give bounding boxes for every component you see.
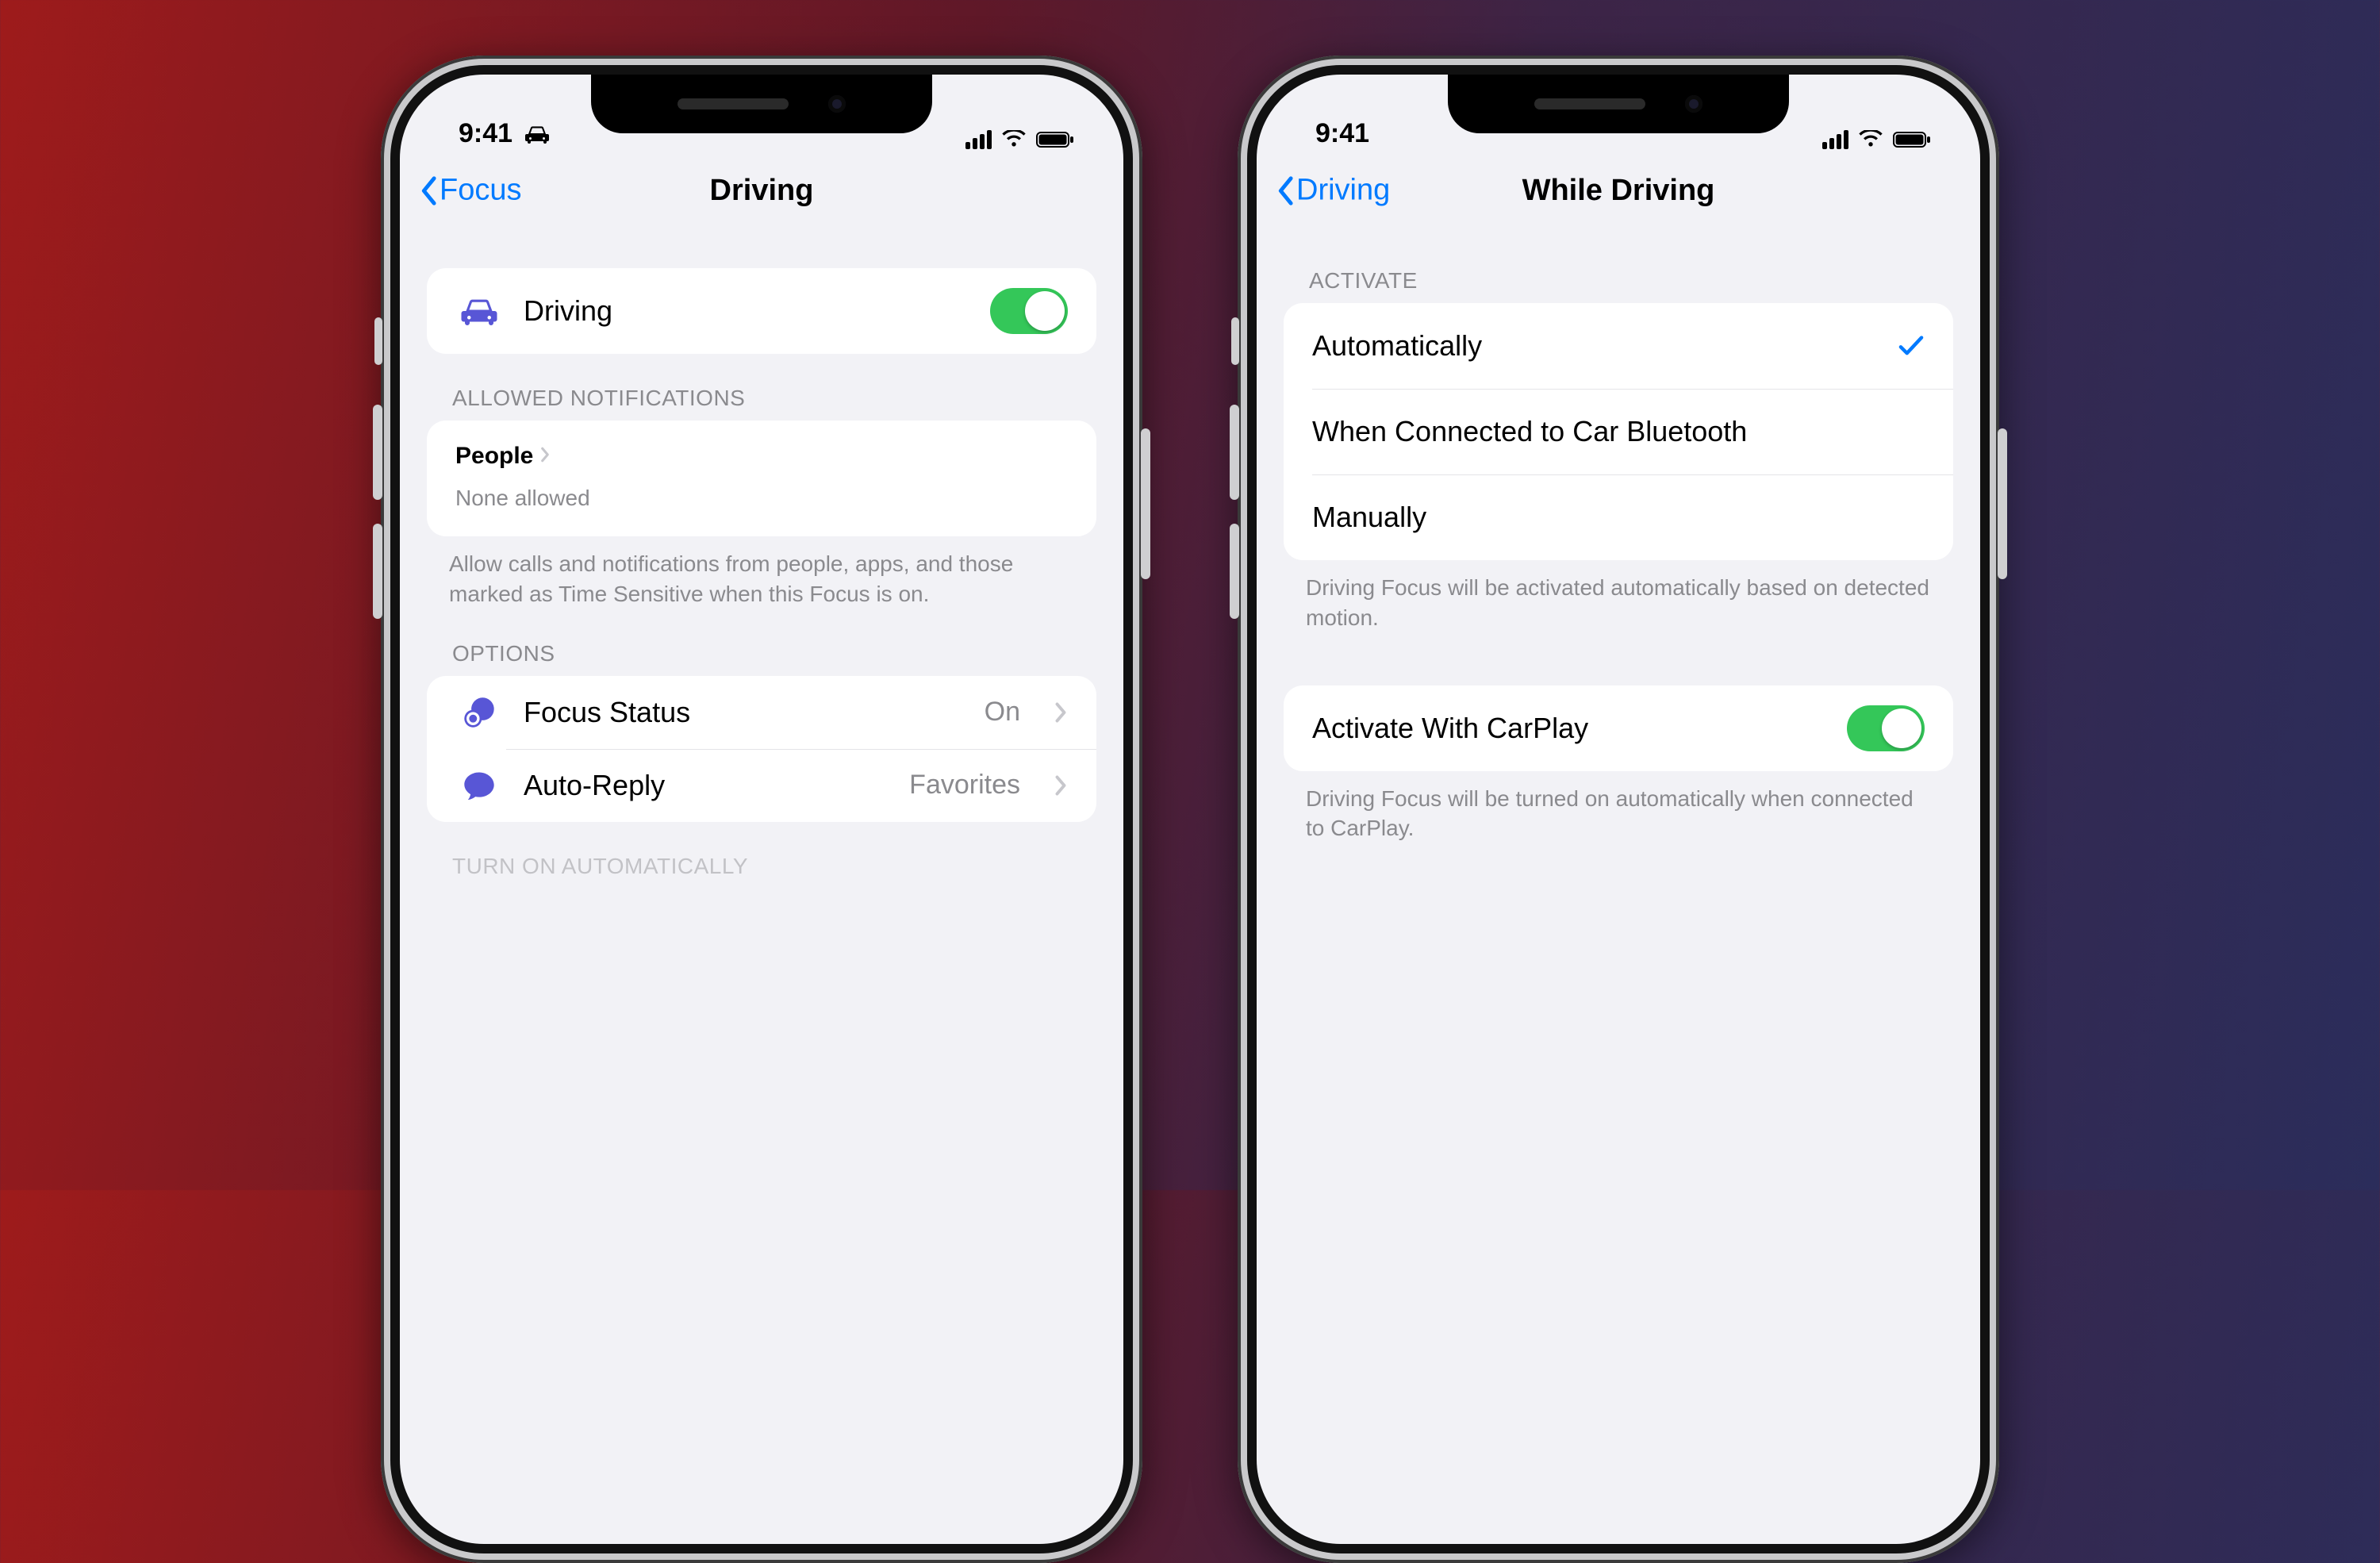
auto-reply-value: Favorites (909, 770, 1020, 801)
wifi-icon (1001, 130, 1027, 149)
driving-toggle-label: Driving (524, 294, 969, 328)
wifi-icon (1858, 130, 1883, 149)
back-button[interactable]: Focus (419, 174, 521, 208)
activate-option-bluetooth[interactable]: When Connected to Car Bluetooth (1284, 389, 1953, 474)
carplay-footer: Driving Focus will be turned on automati… (1284, 771, 1953, 844)
cellular-icon (1822, 130, 1848, 149)
allowed-notifications-header: ALLOWED NOTIFICATIONS (427, 354, 1096, 421)
carplay-toggle-switch[interactable] (1847, 705, 1925, 751)
focus-status-label: Focus Status (524, 696, 690, 729)
carplay-label: Activate With CarPlay (1312, 712, 1826, 745)
page-title: Driving (710, 174, 814, 208)
people-label: People (455, 443, 533, 470)
people-row[interactable]: People (455, 443, 1068, 470)
activate-option-automatically[interactable]: Automatically (1284, 303, 1953, 389)
volume-down-button (373, 524, 382, 619)
carplay-row[interactable]: Activate With CarPlay (1284, 685, 1953, 771)
allowed-notifications-footer: Allow calls and notifications from peopl… (427, 536, 1096, 609)
phone-driving-settings: 9:41 Focus (381, 56, 1142, 1563)
activate-option-label: Manually (1312, 501, 1925, 534)
driving-toggle-group: Driving (427, 268, 1096, 354)
side-button (1141, 428, 1150, 579)
battery-icon (1036, 130, 1074, 149)
driving-toggle-row[interactable]: Driving (427, 268, 1096, 354)
notch (591, 75, 932, 133)
focus-status-value: On (985, 697, 1020, 728)
cellular-icon (965, 130, 992, 149)
activate-option-manually[interactable]: Manually (1284, 474, 1953, 560)
volume-up-button (373, 405, 382, 500)
car-icon (524, 125, 551, 144)
auto-reply-label: Auto-Reply (524, 769, 665, 802)
people-value: None allowed (455, 486, 1068, 511)
activate-group: Automatically When Connected to Car Blue… (1284, 303, 1953, 560)
side-button (1998, 428, 2007, 579)
focus-status-row[interactable]: Focus Status On (427, 676, 1096, 749)
page-title: While Driving (1522, 174, 1715, 208)
notch (1448, 75, 1789, 133)
chevron-right-icon (1054, 774, 1068, 797)
chevron-right-icon (1054, 701, 1068, 724)
nav-bar: Driving While Driving (1257, 157, 1980, 224)
driving-toggle-switch[interactable] (990, 288, 1068, 334)
carplay-group: Activate With CarPlay (1284, 685, 1953, 771)
volume-up-button (1230, 405, 1239, 500)
activate-option-label: When Connected to Car Bluetooth (1312, 415, 1925, 448)
mute-switch (1231, 317, 1239, 365)
options-header: OPTIONS (427, 609, 1096, 676)
turn-on-automatically-header: TURN ON AUTOMATICALLY (427, 822, 1096, 889)
options-group: Focus Status On Auto-Reply Favorites (427, 676, 1096, 822)
activate-option-label: Automatically (1312, 329, 1877, 363)
people-card[interactable]: People None allowed (427, 421, 1096, 536)
chevron-right-icon (539, 443, 551, 470)
phone-while-driving: 9:41 Driving While (1238, 56, 1999, 1563)
back-button[interactable]: Driving (1276, 174, 1390, 208)
mute-switch (374, 317, 382, 365)
car-icon (455, 297, 503, 325)
status-time: 9:41 (459, 118, 512, 149)
battery-icon (1893, 130, 1931, 149)
focus-status-icon (455, 695, 503, 730)
nav-bar: Focus Driving (400, 157, 1123, 224)
activate-footer: Driving Focus will be activated automati… (1284, 560, 1953, 633)
back-label: Focus (440, 174, 521, 208)
activate-header: ACTIVATE (1284, 224, 1953, 303)
auto-reply-row[interactable]: Auto-Reply Favorites (427, 749, 1096, 822)
volume-down-button (1230, 524, 1239, 619)
checkmark-icon (1898, 334, 1925, 358)
chat-bubble-icon (455, 768, 503, 803)
status-time: 9:41 (1315, 118, 1369, 149)
back-label: Driving (1296, 174, 1390, 208)
